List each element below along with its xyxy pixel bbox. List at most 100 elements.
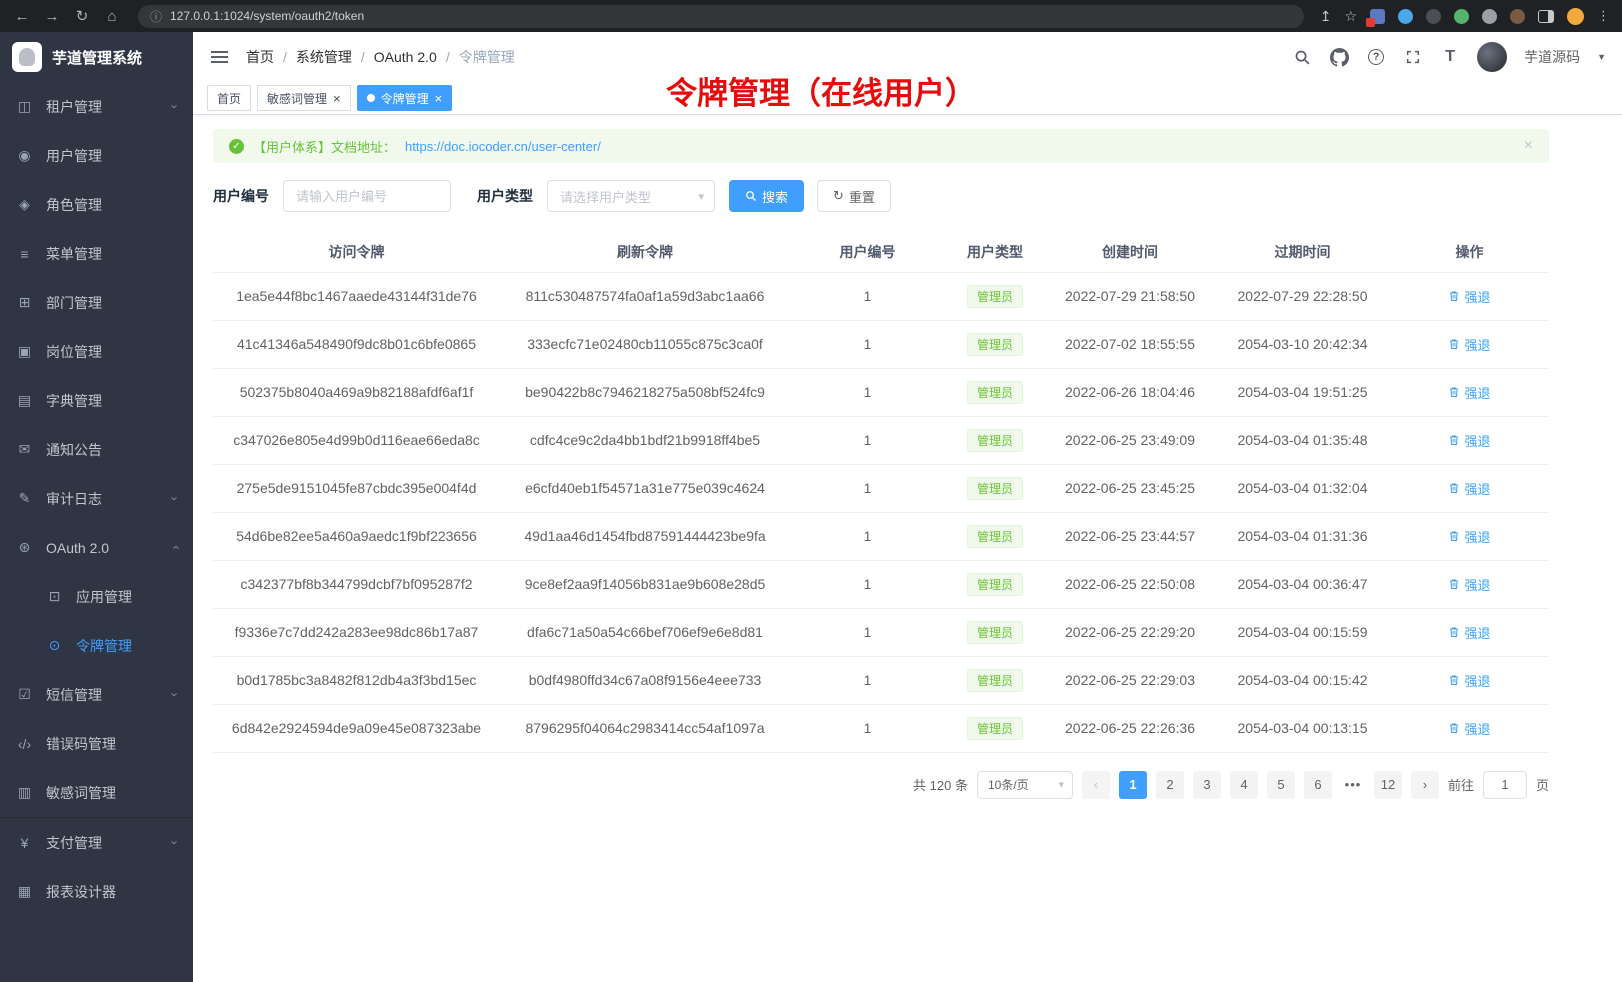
sidebar-item-error-code[interactable]: ‹/› 错误码管理: [0, 719, 193, 768]
menu-label: 租户管理: [46, 97, 160, 117]
page-button-last[interactable]: 12: [1374, 771, 1402, 799]
search-button[interactable]: 搜索: [729, 180, 804, 212]
help-icon[interactable]: ?: [1366, 49, 1386, 65]
force-logout-button[interactable]: 强退: [1448, 383, 1490, 402]
chevron-down-icon[interactable]: ▼: [1597, 52, 1606, 62]
refresh-icon[interactable]: ↻: [72, 7, 92, 25]
tab-sensitive-word[interactable]: 敏感词管理 ×: [257, 85, 351, 111]
force-logout-button[interactable]: 强退: [1448, 575, 1490, 594]
breadcrumb-item[interactable]: 系统管理: [296, 47, 374, 67]
sidebar-item-tenant[interactable]: ◫ 租户管理 ›: [0, 82, 193, 131]
sidebar-item-audit-log[interactable]: ✎ 审计日志 ›: [0, 474, 193, 523]
refresh-token-cell: 811c530487574fa0af1a59d3abc1aa66: [500, 272, 790, 320]
sidebar-toggle-button[interactable]: [209, 44, 230, 70]
col-user-id: 用户编号: [790, 232, 945, 272]
sidebar-item-post[interactable]: ▣ 岗位管理: [0, 327, 193, 376]
page-button-2[interactable]: 2: [1156, 771, 1184, 799]
user-id-cell: 1: [790, 320, 945, 368]
username[interactable]: 芋道源码: [1524, 47, 1580, 67]
extension-icon[interactable]: [1454, 9, 1469, 24]
user-id-cell: 1: [790, 512, 945, 560]
goto-page-input[interactable]: [1483, 771, 1527, 799]
force-logout-button[interactable]: 强退: [1448, 671, 1490, 690]
more-pages-icon[interactable]: •••: [1341, 777, 1365, 792]
extensions-puzzle-icon[interactable]: [1482, 9, 1497, 24]
address-bar[interactable]: ⓘ 127.0.0.1:1024/system/oauth2/token: [138, 5, 1304, 28]
back-icon[interactable]: ←: [12, 8, 32, 25]
forward-icon[interactable]: →: [42, 8, 62, 25]
doc-alert: ✓ 【用户体系】文档地址： https://doc.iocoder.cn/use…: [213, 129, 1549, 163]
force-logout-button[interactable]: 强退: [1448, 431, 1490, 450]
menu-label: 审计日志: [46, 489, 160, 509]
sidebar-item-oauth-app[interactable]: ⊡ 应用管理: [0, 572, 193, 621]
page-button-5[interactable]: 5: [1267, 771, 1295, 799]
menu-kebab-icon[interactable]: ⋮: [1597, 8, 1610, 24]
share-icon[interactable]: ↥: [1320, 8, 1332, 25]
search-icon[interactable]: [1292, 49, 1312, 66]
sidebar-item-dept[interactable]: ⊞ 部门管理: [0, 278, 193, 327]
sidebar-item-sms[interactable]: ☑ 短信管理 ›: [0, 670, 193, 719]
extension-icon[interactable]: [1510, 9, 1525, 24]
access-token-cell: 41c41346a548490f9dc8b01c6bfe0865: [213, 320, 500, 368]
page-button-1[interactable]: 1: [1119, 771, 1147, 799]
expires-cell: 2054-03-10 20:42:34: [1215, 320, 1390, 368]
sidebar-item-report-designer[interactable]: ▦ 报表设计器: [0, 867, 193, 916]
user-type-cell: 管理员: [945, 368, 1045, 416]
col-expires: 过期时间: [1215, 232, 1390, 272]
user-type-select[interactable]: 请选择用户类型 ▾: [547, 180, 715, 212]
sidebar-item-menu[interactable]: ≡ 菜单管理: [0, 229, 193, 278]
extension-icon[interactable]: [1398, 9, 1413, 24]
page-size-select[interactable]: 10条/页 ▾: [977, 771, 1073, 799]
refresh-token-cell: 49d1aa46d1454fbd87591444423be9fa: [500, 512, 790, 560]
home-icon[interactable]: ⌂: [102, 8, 122, 25]
page-button-4[interactable]: 4: [1230, 771, 1258, 799]
sidebar-item-user[interactable]: ◉ 用户管理: [0, 131, 193, 180]
breadcrumb-item[interactable]: 首页: [246, 47, 296, 67]
header-tools: ? T 芋道源码 ▼: [1292, 42, 1606, 72]
user-avatar[interactable]: [1477, 42, 1507, 72]
tab-label: 令牌管理: [381, 90, 429, 107]
github-icon[interactable]: [1329, 48, 1349, 67]
page-button-3[interactable]: 3: [1193, 771, 1221, 799]
user-id-cell: 1: [790, 416, 945, 464]
info-icon[interactable]: ⓘ: [150, 8, 162, 25]
app-logo[interactable]: 芋道管理系统: [0, 32, 193, 82]
bookmark-star-icon[interactable]: ☆: [1344, 8, 1357, 25]
action-cell: 强退: [1390, 416, 1549, 464]
force-logout-button[interactable]: 强退: [1448, 719, 1490, 738]
side-panel-icon[interactable]: [1538, 10, 1554, 23]
font-size-icon[interactable]: T: [1440, 48, 1460, 66]
tab-home[interactable]: 首页: [207, 85, 251, 111]
extension-icon[interactable]: [1426, 9, 1441, 24]
sidebar-item-pay[interactable]: ¥ 支付管理 ›: [0, 818, 193, 867]
user-id-input[interactable]: [283, 180, 451, 212]
force-logout-button[interactable]: 强退: [1448, 287, 1490, 306]
table-row: c347026e805e4d99b0d116eae66eda8c cdfc4ce…: [213, 416, 1549, 464]
url-text: 127.0.0.1:1024/system/oauth2/token: [170, 9, 364, 23]
close-icon[interactable]: ×: [333, 92, 341, 105]
prev-page-button[interactable]: ‹: [1082, 771, 1110, 799]
breadcrumb-item[interactable]: OAuth 2.0: [374, 49, 459, 65]
page-button-6[interactable]: 6: [1304, 771, 1332, 799]
sidebar-item-oauth[interactable]: ⊛ OAuth 2.0 ›: [0, 523, 193, 572]
force-logout-button[interactable]: 强退: [1448, 335, 1490, 354]
close-icon[interactable]: ×: [1524, 137, 1533, 155]
access-token-cell: c342377bf8b344799dcbf7bf095287f2: [213, 560, 500, 608]
sidebar-item-sensitive-word[interactable]: ▥ 敏感词管理: [0, 768, 193, 817]
sidebar-item-dict[interactable]: ▤ 字典管理: [0, 376, 193, 425]
fullscreen-icon[interactable]: [1403, 49, 1423, 65]
next-page-button[interactable]: ›: [1411, 771, 1439, 799]
close-icon[interactable]: ×: [435, 92, 443, 105]
force-logout-button[interactable]: 强退: [1448, 527, 1490, 546]
extension-icon[interactable]: [1370, 9, 1385, 24]
browser-bar: ← → ↻ ⌂ ⓘ 127.0.0.1:1024/system/oauth2/t…: [0, 0, 1622, 32]
doc-link[interactable]: https://doc.iocoder.cn/user-center/: [405, 139, 601, 154]
sidebar-item-oauth-token[interactable]: ⊙ 令牌管理: [0, 621, 193, 670]
reset-button[interactable]: ↻ 重置: [817, 180, 891, 212]
force-logout-button[interactable]: 强退: [1448, 623, 1490, 642]
sidebar-item-role[interactable]: ◈ 角色管理: [0, 180, 193, 229]
sidebar-item-notice[interactable]: ✉ 通知公告: [0, 425, 193, 474]
browser-profile-avatar[interactable]: [1567, 8, 1584, 25]
tab-token[interactable]: 令牌管理 ×: [357, 85, 453, 111]
force-logout-button[interactable]: 强退: [1448, 479, 1490, 498]
